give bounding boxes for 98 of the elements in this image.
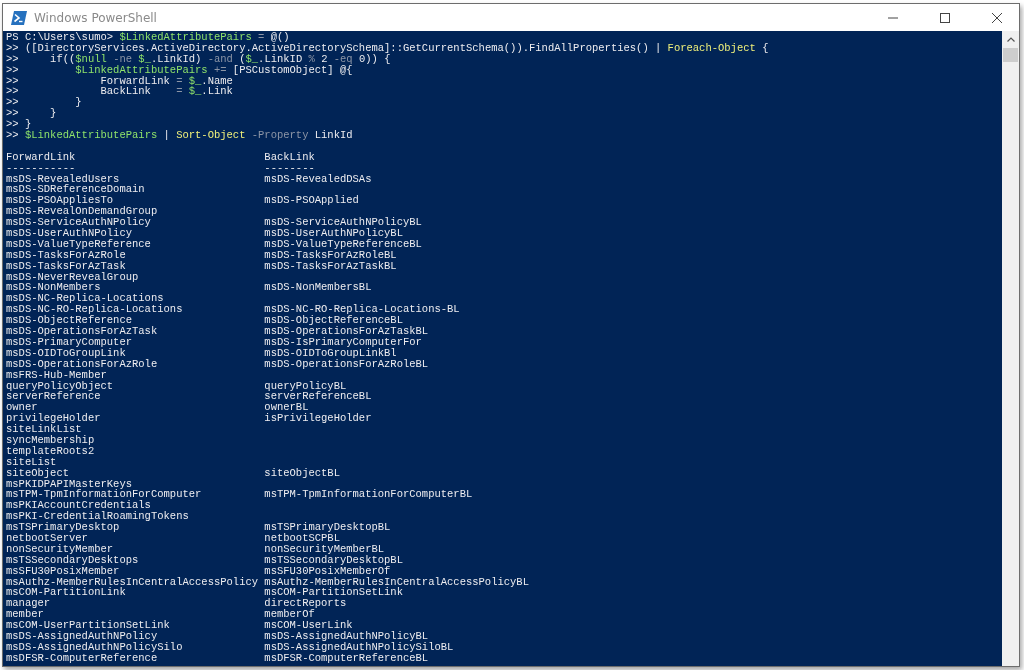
header-underline: -------- xyxy=(264,162,315,174)
table-cell: msFRS-Hub-Member xyxy=(6,368,107,381)
code-line: >> } xyxy=(6,97,83,109)
table-cell: msDS-AssignedAuthNPolicySilo xyxy=(6,640,183,653)
table-cell: msDS-NC-Replica-Locations xyxy=(6,292,164,305)
table-cell: msTPM-TpmInformationForComputer xyxy=(6,488,202,501)
table-cell: msDS-TasksForAzRoleBL xyxy=(264,249,397,261)
scroll-up-icon[interactable] xyxy=(1006,37,1015,42)
table-cell: serverReference xyxy=(6,390,101,403)
table-cell: msTSPrimaryDesktop xyxy=(6,521,120,534)
table-cell: msCOM-PartitionSetLink xyxy=(264,587,403,599)
table-cell: msDS-UserAuthNPolicyBL xyxy=(264,228,403,239)
table-cell: directReports xyxy=(264,598,347,610)
table-cell: siteList xyxy=(6,455,57,468)
table-cell: nonSecurityMemberBL xyxy=(264,543,385,555)
table-cell: queryPolicyObject xyxy=(6,379,114,392)
table-cell: msDS-ObjectReference xyxy=(6,314,133,327)
table-cell: msTSSecondaryDesktopBL xyxy=(264,554,403,566)
code-line: >> ForwardLink = $_.Name xyxy=(6,75,234,87)
table-cell: msTPM-TpmInformationForComputerBL xyxy=(264,489,473,501)
code-line: >> ([DirectoryServices.ActiveDirectory.ActiveDirectorySchema]::GetCurrentSchema()).FindAllProperties() | Foreach-Object { xyxy=(6,42,770,54)
table-cell: msDS-ObjectReferenceBL xyxy=(264,315,403,327)
table-cell: isPrivilegeHolder xyxy=(264,413,372,425)
table-cell: queryPolicyBL xyxy=(264,380,347,392)
table-cell: msAuthz-MemberRulesInCentralAccessPolicyBL xyxy=(264,576,529,588)
table-cell: netbootSCPBL xyxy=(264,532,340,544)
header-underline: ----------- xyxy=(6,161,76,174)
table-cell: msDS-ValueTypeReference xyxy=(6,237,151,250)
table-cell: msTSSecondaryDesktops xyxy=(6,553,139,566)
table-cell: memberOf xyxy=(264,609,315,621)
table-cell: msPKI-CredentialRoamingTokens xyxy=(6,510,189,523)
table-cell: msPKIDPAPIMasterKeys xyxy=(6,477,133,490)
table-cell: siteObjectBL xyxy=(264,467,340,479)
table-cell: syncMembership xyxy=(6,433,95,446)
table-cell: msDS-OIDToGroupLinkBl xyxy=(264,347,397,359)
powershell-icon xyxy=(11,10,27,25)
table-cell: owner xyxy=(6,401,38,414)
table-cell: msDS-TasksForAzTaskBL xyxy=(264,260,397,272)
table-cell: msSFU30PosixMemberOf xyxy=(264,565,391,577)
table-cell: nonSecurityMember xyxy=(6,542,114,555)
table-cell: msDS-NonMembers xyxy=(6,281,101,294)
table-cell: msDS-PSOAppliesTo xyxy=(6,194,114,207)
table-cell: msDS-RevealedDSAs xyxy=(264,173,372,185)
table-cell: msDS-PSOApplied xyxy=(264,195,359,207)
table-cell: msDS-OIDToGroupLink xyxy=(6,346,126,359)
close-icon xyxy=(991,12,1002,23)
table-cell: msCOM-UserLink xyxy=(264,620,353,631)
table-cell: msDFSR-ComputerReferenceBL xyxy=(264,652,429,664)
table-cell: msDS-TasksForAzRole xyxy=(6,248,126,261)
table-cell: msDS-PrimaryComputer xyxy=(6,335,133,348)
table-cell: manager xyxy=(6,597,51,610)
table-cell: netbootServer xyxy=(6,531,88,544)
table-cell: msAuthz-MemberRulesInCentralAccessPolicy xyxy=(6,575,259,588)
table-cell: member xyxy=(6,608,44,621)
table-cell: ownerBL xyxy=(264,402,309,414)
table-cell: siteObject xyxy=(6,466,69,479)
table-cell: msDS-OperationsForAzRoleBL xyxy=(264,358,429,370)
table-cell: msDS-ServiceAuthNPolicy xyxy=(6,216,151,229)
code-line: >> $LinkedAttributePairs += [PSCustomObject] @{ xyxy=(6,64,354,76)
table-cell: templateRoots2 xyxy=(6,444,95,457)
table-cell: msDS-SDReferenceDomain xyxy=(6,183,145,196)
table-cell: msDS-AssignedAuthNPolicyBL xyxy=(264,631,429,642)
table-cell: serverReferenceBL xyxy=(264,391,372,403)
table-cell: siteLinkList xyxy=(6,423,82,436)
table-cell: msSFU30PosixMember xyxy=(6,564,120,577)
maximize-icon xyxy=(939,12,950,23)
code-line: >> } xyxy=(6,108,58,120)
code-line: >> $LinkedAttributePairs | Sort-Object -Property LinkId xyxy=(6,130,354,141)
table-cell: msDS-ValueTypeReferenceBL xyxy=(264,238,422,250)
window-title: Windows PowerShell xyxy=(34,10,157,25)
table-cell: msDS-NonMembersBL xyxy=(264,282,372,294)
table-cell: msTSPrimaryDesktopBL xyxy=(264,522,391,533)
table-cell: msDS-ServiceAuthNPolicyBL xyxy=(264,217,422,229)
table-cell: msDS-OperationsForAzTaskBL xyxy=(264,326,429,337)
table-cell: privilegeHolder xyxy=(6,412,101,425)
table-cell: msDS-OperationsForAzRole xyxy=(6,357,158,370)
code-line: >> } xyxy=(6,119,32,130)
table-cell: msDS-NC-RO-Replica-Locations-BL xyxy=(264,304,460,316)
table-cell: msDS-IsPrimaryComputerFor xyxy=(264,336,422,348)
code-line: >> BackLink = $_.Link xyxy=(6,86,234,98)
column-header: ForwardLink xyxy=(6,150,76,163)
table-cell: msDS-RevealedUsers xyxy=(6,172,120,185)
table-cell: msDS-UserAuthNPolicy xyxy=(6,227,133,240)
code-line: >> if(($null -ne $_.LinkId) -and ($_.LinkID % 2 -eq 0)) { xyxy=(6,53,391,65)
table-cell: msDS-TasksForAzTask xyxy=(6,259,126,272)
column-header: BackLink xyxy=(264,151,315,163)
table-cell: msDS-NeverRevealGroup xyxy=(6,270,139,283)
table-cell: msDFSR-ComputerReference xyxy=(6,651,158,664)
table-cell: msCOM-UserPartitionSetLink xyxy=(6,619,170,632)
scroll-thumb[interactable] xyxy=(1003,48,1018,62)
table-cell: msPKIAccountCredentials xyxy=(6,499,151,512)
table-cell: msCOM-PartitionLink xyxy=(6,586,126,599)
code-line: PS C:\Users\sumo> $LinkedAttributePairs = @() xyxy=(6,32,290,43)
table-cell: msDS-AssignedAuthNPolicy xyxy=(6,630,158,642)
table-cell: msDS-RevealOnDemandGroup xyxy=(6,205,158,218)
table-cell: msDS-AssignedAuthNPolicySiloBL xyxy=(264,641,454,653)
table-cell: msDS-OperationsForAzTask xyxy=(6,325,158,338)
table-cell: msDS-NC-RO-Replica-Locations xyxy=(6,303,183,316)
